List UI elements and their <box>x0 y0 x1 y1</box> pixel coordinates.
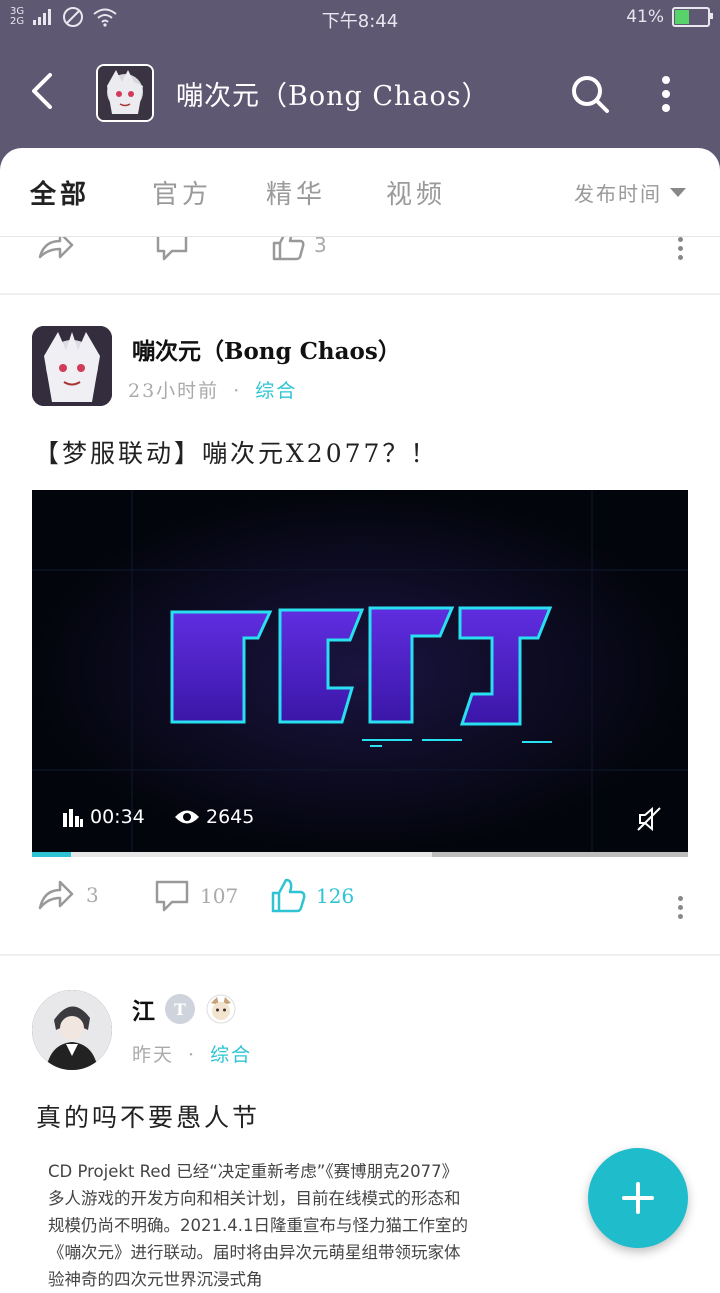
comment-icon[interactable] <box>154 237 190 265</box>
post-more-button[interactable] <box>678 892 684 923</box>
video-views: 2645 <box>174 806 254 828</box>
status-right: 41% <box>626 7 713 27</box>
post-title[interactable]: 真的吗不要愚人节 <box>36 1098 260 1134</box>
post-time: 23小时前 <box>128 380 220 402</box>
like-icon[interactable] <box>270 237 306 265</box>
like-count: 126 <box>316 884 355 908</box>
post-actions: 3 107 126 <box>0 878 720 938</box>
post-meta: 昨天 · 综合 <box>132 1040 252 1067</box>
tab-official[interactable]: 官方 <box>152 174 212 211</box>
video-buffered <box>432 852 688 857</box>
share-count: 3 <box>86 883 99 907</box>
anime-avatar-image <box>98 66 152 120</box>
post-category[interactable]: 综合 <box>210 1044 252 1066</box>
divider <box>0 954 720 956</box>
post-category[interactable]: 综合 <box>255 380 297 402</box>
more-vertical-icon <box>662 76 670 112</box>
comment-icon <box>155 880 189 912</box>
author-name[interactable]: 嘣次元（Bong Chaos） <box>132 332 401 366</box>
battery-tip <box>710 13 713 19</box>
video-played <box>32 852 72 857</box>
share-icon <box>38 880 74 910</box>
content-sheet: 全部 官方 精华 视频 发布时间 3 嘣次元（Bong Chaos） 23小时前… <box>0 148 720 1289</box>
author-name-row: 江 T <box>132 992 237 1026</box>
plus-icon <box>622 1182 654 1214</box>
battery-percent: 41% <box>626 7 664 27</box>
post-header: 嘣次元（Bong Chaos） 23小时前 · 综合 <box>32 326 692 416</box>
mute-icon[interactable] <box>636 806 662 832</box>
back-arrow-icon <box>32 73 52 109</box>
video-player[interactable]: 00:34 2645 <box>32 490 688 852</box>
post-title[interactable]: 【梦服联动】嘣次元X2077？！ <box>34 434 438 470</box>
tab-bar: 全部 官方 精华 视频 发布时间 <box>0 148 720 237</box>
quoted-news-text[interactable]: CD Projekt Red 已经“决定重新考虑”《赛博朋克2077》多人游戏的… <box>48 1158 468 1293</box>
video-progress-bar[interactable] <box>32 852 688 857</box>
share-icon[interactable] <box>36 237 76 265</box>
author-avatar[interactable] <box>32 990 112 1070</box>
community-avatar[interactable] <box>96 64 154 122</box>
author-name[interactable]: 江 <box>132 992 155 1026</box>
video-duration: 00:34 <box>62 806 145 828</box>
tab-video[interactable]: 视频 <box>386 174 446 211</box>
sort-label: 发布时间 <box>574 182 662 206</box>
video-thumbnail-logo <box>32 490 688 852</box>
thumbs-up-icon <box>271 878 306 913</box>
duration-text: 00:34 <box>90 806 145 828</box>
views-text: 2645 <box>206 806 255 828</box>
create-post-button[interactable] <box>588 1148 688 1248</box>
post-time: 昨天 <box>132 1044 175 1066</box>
pet-badge-icon <box>206 994 236 1024</box>
meta-separator: · <box>188 1044 197 1066</box>
post-meta: 23小时前 · 综合 <box>128 376 297 403</box>
previous-post-more-button[interactable] <box>678 237 684 264</box>
comment-count: 107 <box>200 884 239 908</box>
caret-down-icon <box>670 188 686 197</box>
clock: 下午8:44 <box>321 11 399 32</box>
battery-icon <box>672 7 713 27</box>
tab-all[interactable]: 全部 <box>30 174 90 211</box>
comment-button[interactable]: 107 <box>154 878 238 914</box>
bars-icon <box>63 809 83 827</box>
level-badge: T <box>165 994 195 1024</box>
previous-post-actions: 3 <box>0 237 720 293</box>
post-header: 江 T 昨天 · 综合 <box>32 990 692 1080</box>
search-icon <box>572 76 609 113</box>
share-button[interactable]: 3 <box>36 878 99 912</box>
more-options-button[interactable] <box>652 72 680 116</box>
meta-separator: · <box>233 380 242 402</box>
status-bar: 3G 2G 下午8:44 41% <box>0 0 720 36</box>
anime-avatar-image <box>32 326 112 406</box>
search-button[interactable] <box>568 72 612 116</box>
user-avatar-image <box>32 990 112 1070</box>
back-button[interactable] <box>26 66 66 116</box>
previous-like-count: 3 <box>314 237 327 257</box>
badge-letter: T <box>174 999 186 1019</box>
eye-icon <box>175 810 199 824</box>
author-avatar[interactable] <box>32 326 112 406</box>
sort-dropdown[interactable]: 发布时间 <box>574 178 686 207</box>
app-header: 嘣次元（Bong Chaos） <box>0 36 720 148</box>
divider <box>0 293 720 295</box>
tab-featured[interactable]: 精华 <box>266 174 326 211</box>
page-title: 嘣次元（Bong Chaos） <box>176 81 490 112</box>
battery-fill <box>675 10 689 24</box>
like-button[interactable]: 126 <box>270 878 354 914</box>
